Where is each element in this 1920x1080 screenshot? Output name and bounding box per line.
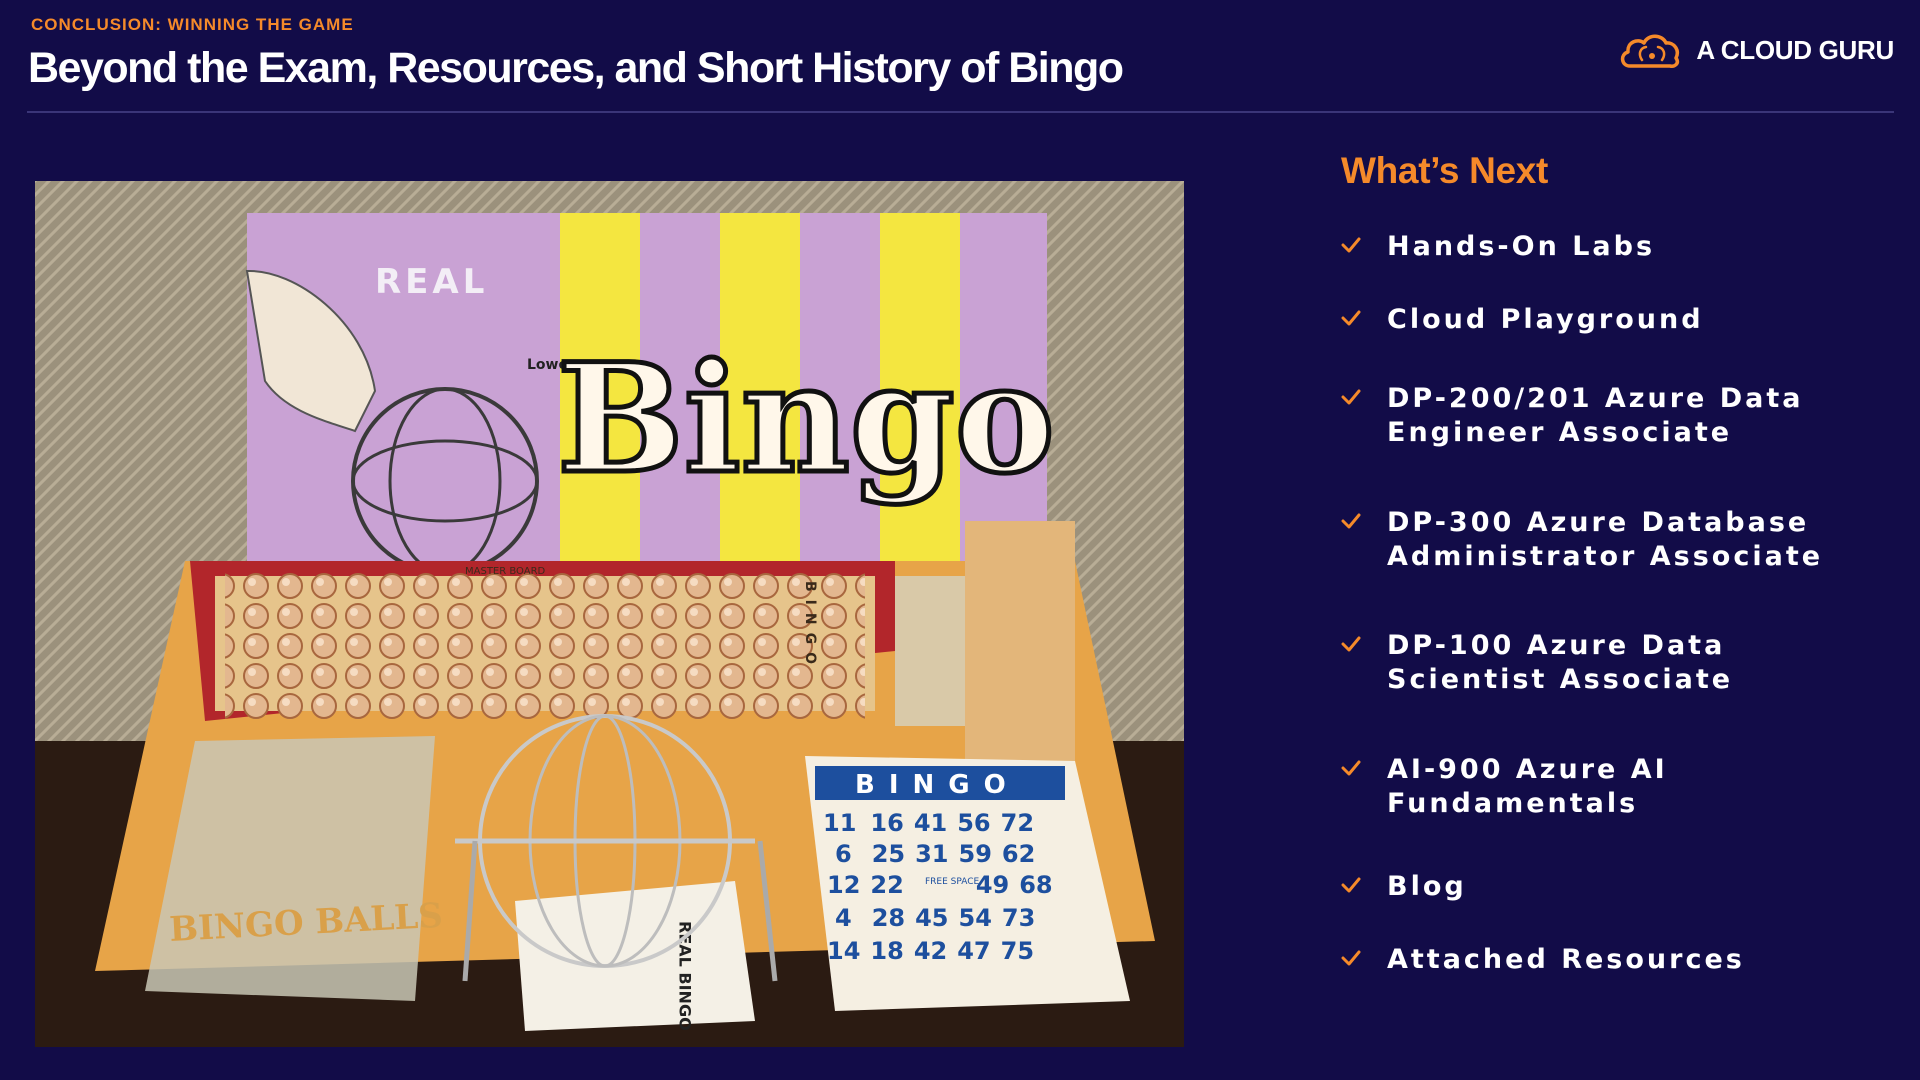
list-item-label: AI-900 Azure AI Fundamentals (1387, 754, 1668, 819)
list-item-label: Attached Resources (1387, 944, 1745, 975)
list-item-label: Blog (1387, 871, 1467, 902)
brand-logo: A CLOUD GURU (1618, 30, 1894, 70)
board-side-text: BINGO (802, 581, 818, 672)
checkmark-icon (1341, 870, 1387, 904)
section-eyebrow: CONCLUSION: WINNING THE GAME (31, 15, 354, 34)
checkmark-icon (1341, 382, 1387, 450)
list-item: Hands-On Labs (1341, 230, 1897, 264)
whats-next-heading: What’s Next (1341, 150, 1549, 191)
list-item-label: DP-200/201 Azure Data Engineer Associate (1387, 383, 1804, 448)
list-item-label: Hands-On Labs (1387, 231, 1656, 262)
list-item: AI-900 Azure AI Fundamentals (1341, 753, 1897, 821)
list-item: Blog (1341, 870, 1897, 904)
page-title: Beyond the Exam, Resources, and Short Hi… (28, 44, 1124, 92)
checkmark-icon (1341, 230, 1387, 264)
checkmark-icon (1341, 506, 1387, 574)
box-text-bingo: Bingo (557, 331, 1055, 507)
list-item-label: DP-300 Azure Database Administrator Asso… (1387, 507, 1824, 572)
bingo-game-photo: REAL Lowe Bingo MASTER BOARD BINGO BINGO… (35, 181, 1184, 1047)
checkmark-icon (1341, 943, 1387, 977)
list-item: DP-300 Azure Database Administrator Asso… (1341, 506, 1897, 574)
list-item: Cloud Playground (1341, 303, 1897, 337)
brand-name: A CLOUD GURU (1696, 34, 1894, 65)
list-item-label: Cloud Playground (1387, 304, 1704, 335)
card-row-1: 11 16 41 56 72 (823, 809, 1034, 837)
header-divider (27, 111, 1894, 113)
bingo-photo-illustration: REAL Lowe Bingo MASTER BOARD BINGO BINGO… (35, 181, 1184, 1047)
card-free-space: FREE SPACE (925, 877, 980, 887)
checkmark-icon (1341, 303, 1387, 337)
list-item: DP-100 Azure Data Scientist Associate (1341, 629, 1897, 697)
board-text: MASTER BOARD (465, 566, 546, 577)
card-row-5: 14 18 42 47 75 (827, 937, 1034, 965)
cloud-logo-icon (1621, 34, 1680, 68)
box-text-real: REAL (375, 262, 488, 302)
checkmark-icon (1341, 753, 1387, 821)
list-item: DP-200/201 Azure Data Engineer Associate (1341, 382, 1897, 450)
list-item-label: DP-100 Azure Data Scientist Associate (1387, 630, 1734, 695)
card-header: BINGO (855, 770, 1020, 800)
list-item: Attached Resources (1341, 943, 1897, 977)
checkmark-icon (1341, 629, 1387, 697)
